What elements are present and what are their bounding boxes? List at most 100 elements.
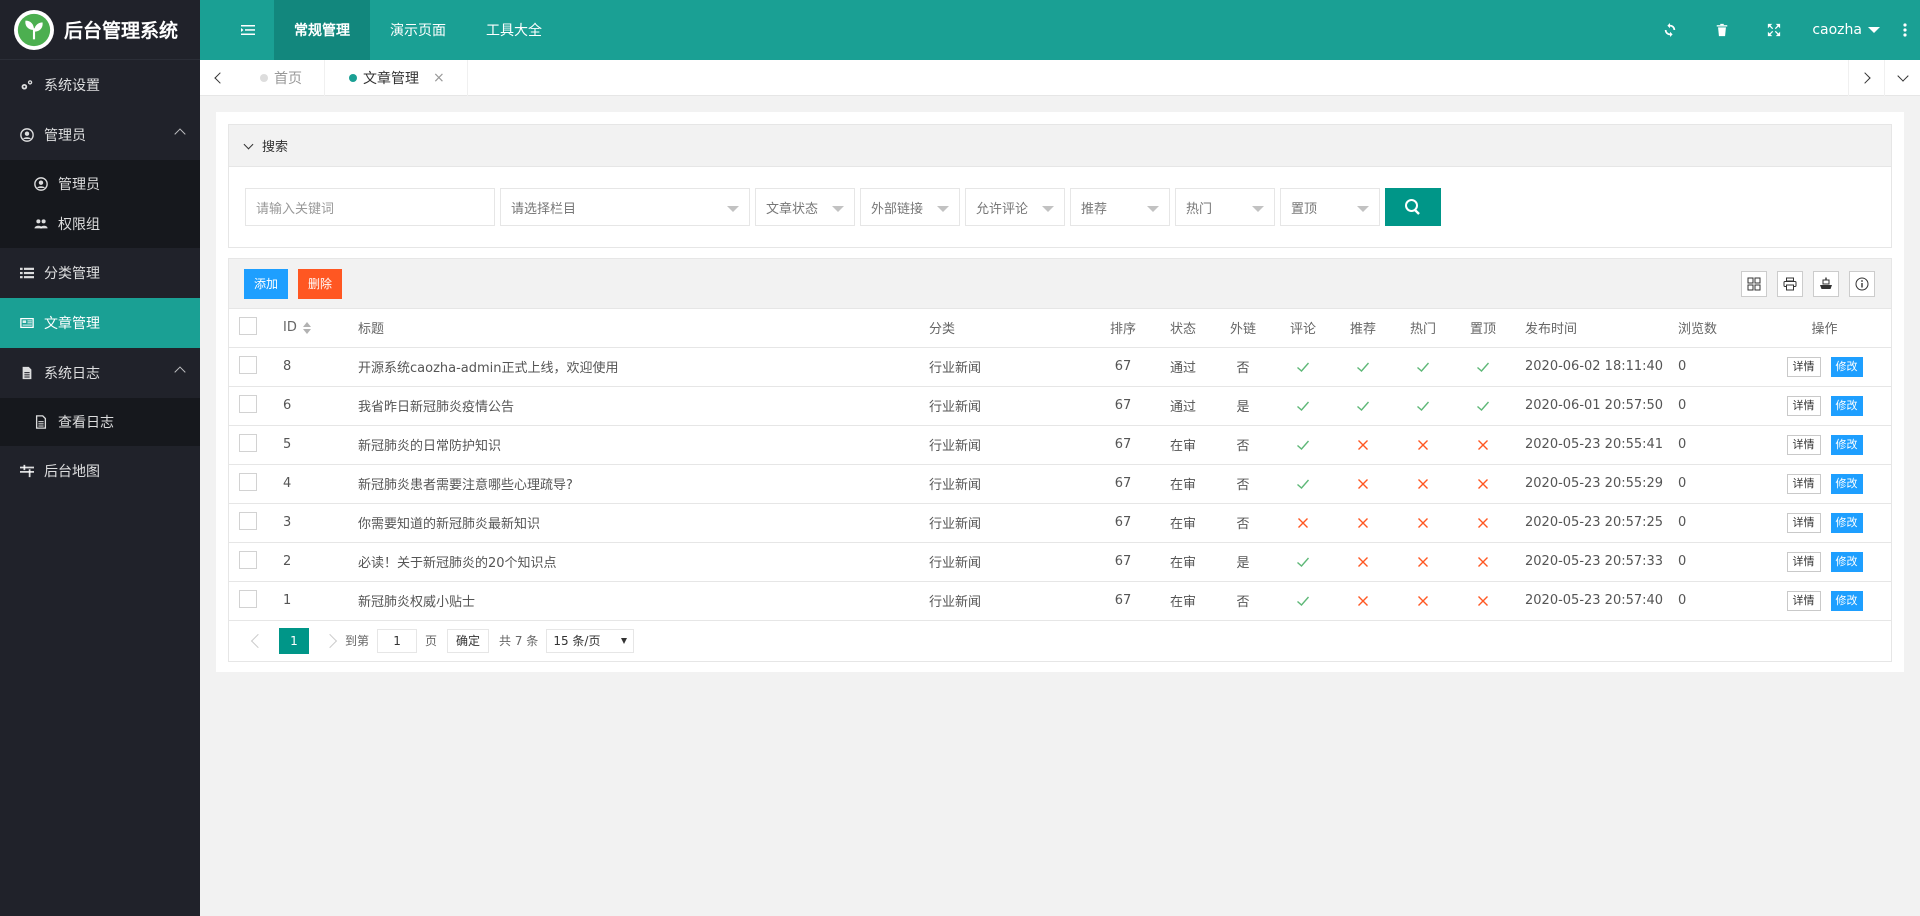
col-recommend: 推荐 [1333,309,1393,348]
page-input[interactable]: 1 [377,628,418,653]
top-select[interactable]: 置顶 [1280,188,1380,226]
sidebar-item-sitemap[interactable]: 后台地图 [0,446,200,496]
fullscreen-icon[interactable] [1748,0,1800,60]
detail-button[interactable]: 详情 [1786,551,1821,572]
logo[interactable]: 后台管理系统 [0,0,200,60]
top-nav-tools[interactable]: 工具大全 [466,0,562,60]
export-icon[interactable] [1813,270,1839,297]
tab-dot [260,73,268,82]
close-icon[interactable]: × [433,70,445,86]
sidebar-item-admin[interactable]: 管理员 [0,110,200,160]
cross-icon [1356,515,1370,530]
cross-icon [1416,554,1430,569]
hot-select[interactable]: 热门 [1175,188,1275,226]
sidebar-subitem-permission-group[interactable]: 权限组 [0,204,200,244]
tab-menu-chevron-down-icon[interactable] [1884,59,1920,96]
cell-id: 8 [283,347,358,387]
col-top: 置顶 [1453,309,1513,348]
detail-button[interactable]: 详情 [1786,434,1821,455]
edit-button[interactable]: 修改 [1830,512,1863,533]
add-button[interactable]: 添加 [244,268,289,299]
detail-button[interactable]: 详情 [1786,473,1821,494]
row-checkbox[interactable] [239,394,257,413]
row-checkbox[interactable] [239,355,257,374]
print-icon[interactable] [1777,270,1803,297]
search-panel-header[interactable]: 搜索 [229,125,1891,167]
sidebar-item-system-settings[interactable]: 系统设置 [0,60,200,110]
info-icon[interactable] [1849,270,1875,297]
edit-button[interactable]: 修改 [1830,551,1863,572]
cell-actions: 详情 修改 [1758,425,1891,465]
detail-button[interactable]: 详情 [1786,356,1821,377]
edit-button[interactable]: 修改 [1830,356,1863,377]
user-menu[interactable]: caozha [1800,22,1890,38]
select-all-checkbox[interactable] [239,316,257,335]
row-checkbox[interactable] [239,511,257,530]
caret-down-icon [937,206,949,212]
confirm-page-button[interactable]: 确定 [447,628,490,653]
caret-down-icon [832,206,844,212]
sidebar-subitem-view-log[interactable]: 查看日志 [0,402,200,442]
row-checkbox[interactable] [239,433,257,452]
cell-actions: 详情 修改 [1758,386,1891,426]
trash-icon[interactable] [1696,0,1748,60]
check-icon [1296,476,1310,491]
tab-scroll-left-icon[interactable] [200,60,236,96]
sort-icon[interactable] [302,321,311,334]
keyword-input[interactable]: 请输入关键词 [245,188,495,226]
prev-page-icon[interactable] [250,633,266,648]
cross-icon [1356,554,1370,569]
top-nav-demo[interactable]: 演示页面 [370,0,466,60]
columns-filter-icon[interactable] [1741,270,1767,297]
row-checkbox[interactable] [239,472,257,491]
top-nav-general[interactable]: 常规管理 [274,0,370,60]
select-label: 允许评论 [976,201,1029,217]
edit-button[interactable]: 修改 [1830,395,1863,416]
current-page[interactable]: 1 [279,627,309,654]
tab-articles[interactable]: 文章管理 × [325,59,468,96]
cell-external-link: 否 [1213,464,1273,504]
check-icon [1296,554,1310,569]
cell-external-link: 否 [1213,581,1273,621]
detail-button[interactable]: 详情 [1786,512,1821,533]
menu-toggle-icon[interactable] [222,0,274,60]
recommend-select[interactable]: 推荐 [1070,188,1170,226]
check-icon [1476,398,1490,413]
cell-publish-time: 2020-05-23 20:57:40 [1513,581,1678,621]
edit-button[interactable]: 修改 [1830,434,1863,455]
column-select[interactable]: 请选择栏目 [500,188,750,226]
sidebar-item-label: 系统日志 [44,366,100,382]
tab-home[interactable]: 首页 [236,59,325,96]
sidebar-item-label: 管理员 [44,128,86,144]
check-icon [1296,437,1310,452]
row-checkbox[interactable] [239,589,257,608]
search-icon [1405,199,1420,215]
edit-button[interactable]: 修改 [1830,590,1863,611]
sidebar-item-articles[interactable]: 文章管理 [0,298,200,348]
row-checkbox[interactable] [239,550,257,569]
row-checkbox-cell [229,581,283,621]
delete-button[interactable]: 删除 [298,268,343,299]
detail-button[interactable]: 详情 [1786,590,1821,611]
sidebar-subitem-admin[interactable]: 管理员 [0,164,200,204]
sidebar-item-label: 系统设置 [44,78,100,94]
external-link-select[interactable]: 外部链接 [860,188,960,226]
cell-title: 必读！关于新冠肺炎的20个知识点 [358,542,929,582]
sidebar-item-category[interactable]: 分类管理 [0,248,200,298]
tab-scroll-right-icon[interactable] [1848,59,1884,96]
sidebar-item-system-log[interactable]: 系统日志 [0,348,200,398]
search-button[interactable] [1385,188,1441,226]
row-checkbox-cell [229,464,283,504]
next-page-icon[interactable] [322,633,338,648]
refresh-icon[interactable] [1644,0,1696,60]
more-vertical-icon[interactable] [1890,0,1920,60]
allow-comment-select[interactable]: 允许评论 [965,188,1065,226]
page-size-select[interactable]: 15 条/页 [546,628,635,653]
detail-button[interactable]: 详情 [1786,395,1821,416]
edit-button[interactable]: 修改 [1830,473,1863,494]
caret-down-icon [621,637,628,644]
caret-down-icon [1042,206,1054,212]
col-id[interactable]: ID [283,309,358,348]
cross-icon [1476,554,1490,569]
status-select[interactable]: 文章状态 [755,188,855,226]
